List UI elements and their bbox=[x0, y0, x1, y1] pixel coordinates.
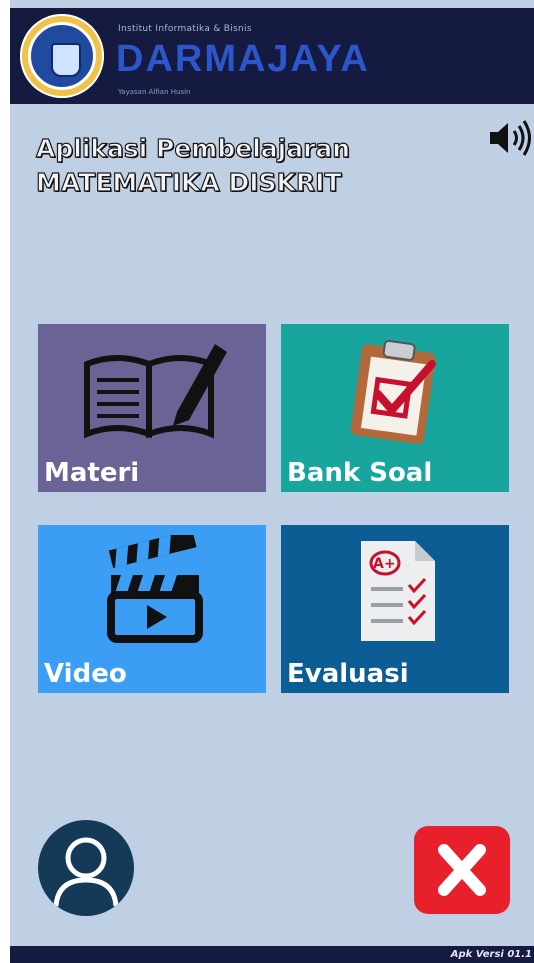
close-x-icon[interactable] bbox=[414, 826, 510, 914]
menu-label-video: Video bbox=[44, 659, 127, 689]
footer-bar: Apk Versi 01.1 bbox=[10, 946, 534, 963]
darmajaya-logo bbox=[20, 14, 104, 98]
app-screen: Institut Informatika & Bisnis DARMAJAYA … bbox=[10, 0, 534, 963]
clapperboard-play-icon bbox=[38, 535, 266, 645]
menu-tile-evaluasi[interactable]: A+ Evaluasi bbox=[281, 525, 509, 693]
book-pencil-icon bbox=[38, 334, 266, 444]
version-label: Apk Versi 01.1 bbox=[450, 949, 532, 960]
foundation-line: Yayasan Alfian Husin bbox=[118, 88, 191, 96]
svg-text:A+: A+ bbox=[373, 556, 396, 572]
logo-emblem bbox=[28, 22, 96, 90]
app-title-line1: Aplikasi Pembelajaran bbox=[35, 133, 351, 163]
logo-shield-icon bbox=[51, 43, 81, 77]
menu-tile-materi[interactable]: Materi bbox=[38, 324, 266, 492]
institute-line: Institut Informatika & Bisnis bbox=[118, 24, 252, 34]
menu-label-evaluasi: Evaluasi bbox=[287, 659, 409, 689]
menu-tile-bank-soal[interactable]: Bank Soal bbox=[281, 324, 509, 492]
speaker-icon[interactable] bbox=[488, 118, 534, 158]
graded-checklist-icon: A+ bbox=[281, 535, 509, 645]
brand-name: DARMAJAYA bbox=[116, 38, 370, 80]
app-title: Aplikasi Pembelajaran MATEMATIKA DISKRIT bbox=[35, 132, 396, 200]
user-avatar-icon[interactable] bbox=[38, 820, 134, 916]
app-title-line2: MATEMATIKA DISKRIT bbox=[35, 167, 342, 197]
menu-tile-video[interactable]: Video bbox=[38, 525, 266, 693]
header-bar: Institut Informatika & Bisnis DARMAJAYA … bbox=[10, 8, 534, 104]
menu-label-materi: Materi bbox=[44, 458, 140, 488]
clipboard-check-icon bbox=[281, 334, 509, 444]
menu-label-bank-soal: Bank Soal bbox=[287, 458, 433, 488]
